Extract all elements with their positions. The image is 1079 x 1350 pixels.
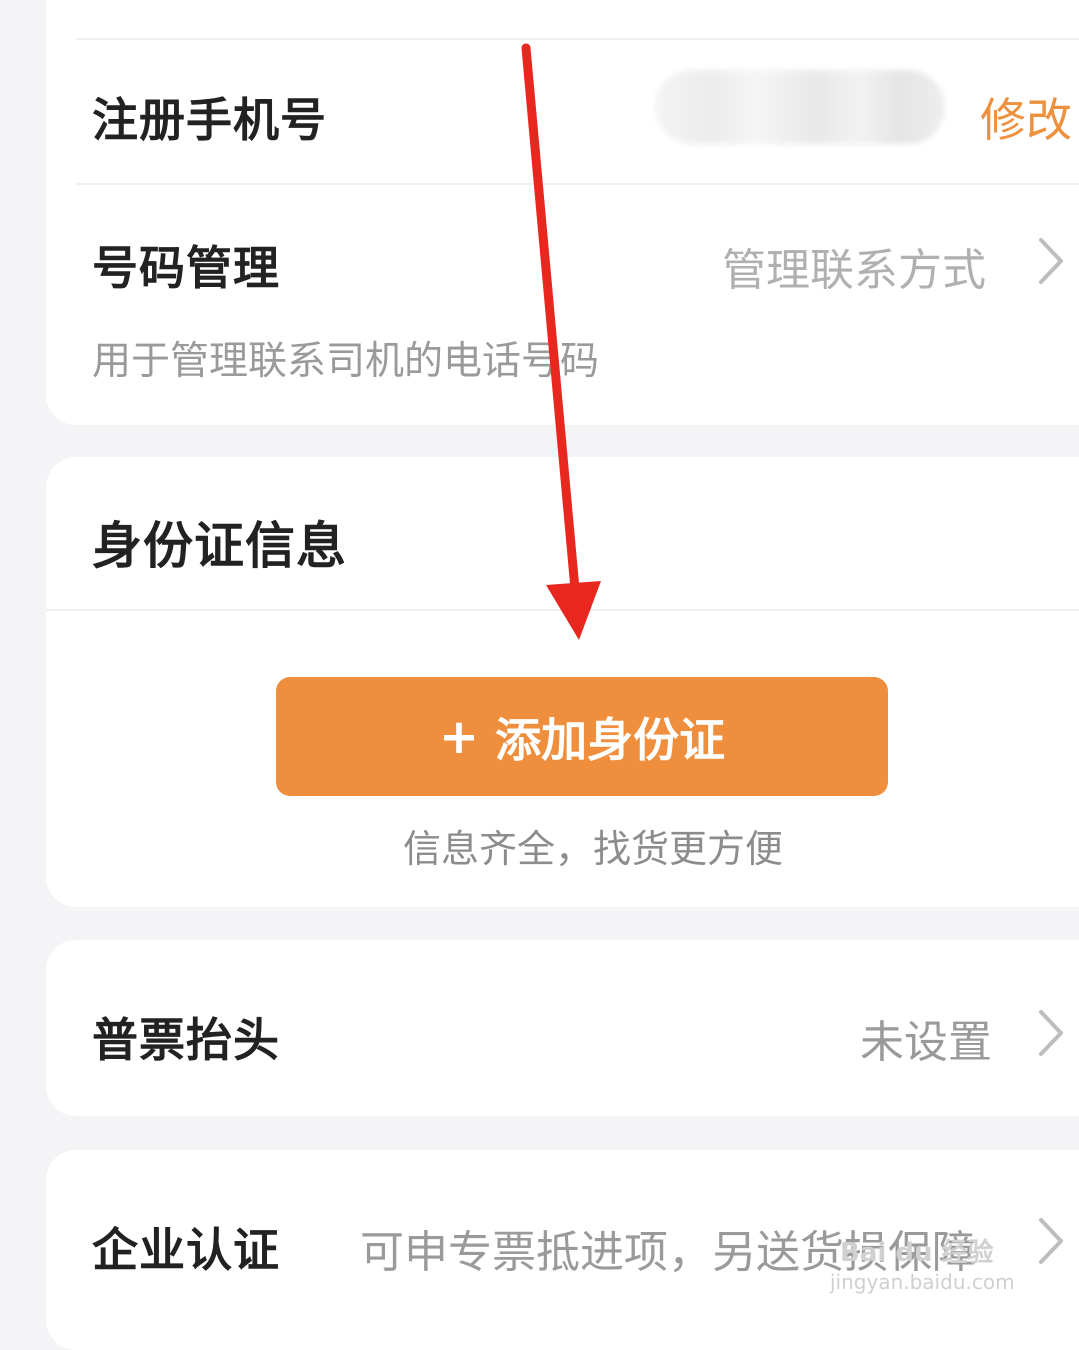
chevron-right-icon xyxy=(1039,238,1063,284)
row-divider xyxy=(76,183,1079,185)
plus-icon: + xyxy=(438,708,480,765)
id-card-hint: 信息齐全，找货更方便 xyxy=(403,827,784,871)
top-divider xyxy=(76,38,1079,40)
registered-phone-label: 注册手机号 xyxy=(92,93,327,147)
number-manage-value: 管理联系方式 xyxy=(722,245,986,296)
masked-phone-number xyxy=(655,70,945,144)
chevron-right-icon xyxy=(1039,1218,1063,1264)
add-id-card-label: 添加身份证 xyxy=(495,712,726,767)
enterprise-title-label: 企业认证 xyxy=(92,1223,280,1277)
chevron-right-icon xyxy=(1039,1010,1063,1056)
id-card-divider xyxy=(46,609,1079,611)
invoice-title-label: 普票抬头 xyxy=(92,1013,280,1067)
id-card-title: 身份证信息 xyxy=(92,517,347,575)
number-manage-label: 号码管理 xyxy=(92,241,280,295)
number-manage-description: 用于管理联系司机的电话号码 xyxy=(92,339,600,384)
baidu-watermark: Bai du 经验 xyxy=(840,1238,994,1268)
invoice-value: 未设置 xyxy=(860,1017,992,1068)
baidu-watermark-url: jingyan.baidu.com xyxy=(830,1270,1015,1294)
add-id-card-button[interactable]: + 添加身份证 xyxy=(276,677,888,796)
edit-phone-link[interactable]: 修改 xyxy=(980,84,1072,150)
